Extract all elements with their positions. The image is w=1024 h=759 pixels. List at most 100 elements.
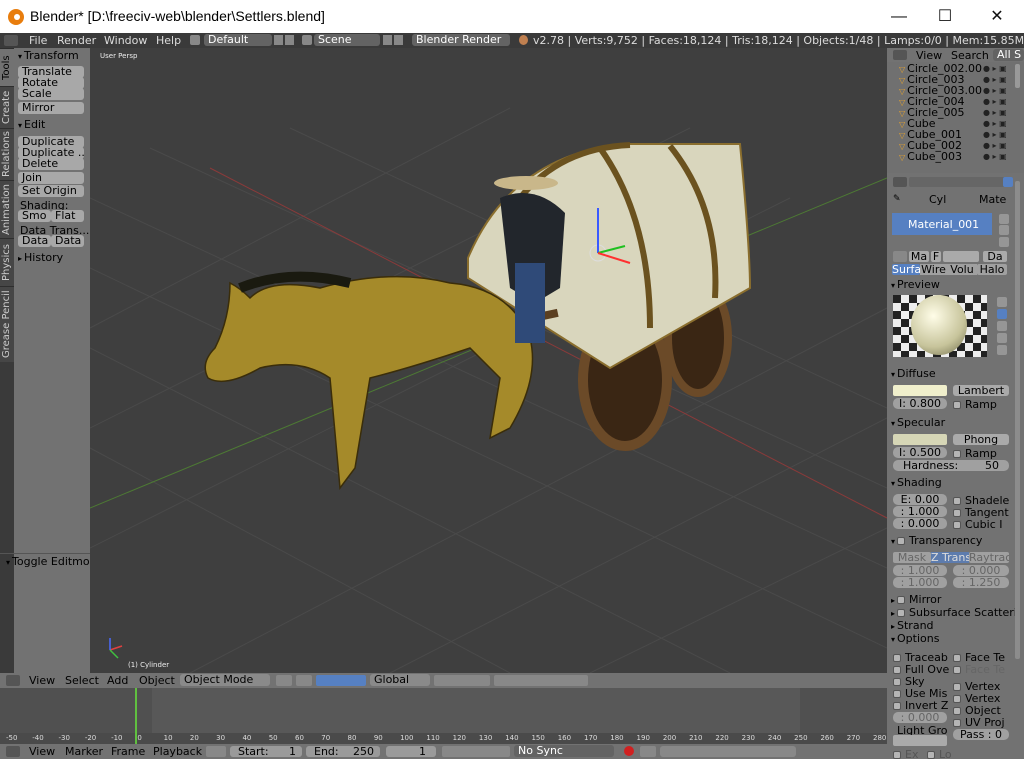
timeline[interactable]: -50 -40 -30 -20 -10 0 10 20 30 40 50 60 70 80 90 100 110… (0, 688, 887, 744)
mirror-button[interactable]: Mirror (18, 102, 84, 114)
diffuse-ramp-checkbox[interactable] (953, 401, 961, 409)
visibility-icon[interactable]: ● ▸ ▣ (983, 85, 1007, 96)
history-panel-header[interactable]: History (18, 251, 63, 264)
maximize-button[interactable]: ☐ (922, 0, 968, 33)
snap-render-icons[interactable] (494, 675, 588, 686)
menu-render[interactable]: Render (57, 34, 96, 47)
join-button[interactable]: Join (18, 172, 84, 184)
scale-button[interactable]: Scale (18, 88, 84, 100)
outliner-list[interactable]: ▽ Circle_002.00 ● ▸ ▣ ▽ Circle_003 ● ▸ ▣ ▽ Circ… (887, 62, 1024, 173)
transform-panel-header[interactable]: Transform (18, 49, 79, 62)
tab-wire[interactable]: Wire (920, 264, 947, 275)
ambient-field[interactable]: : 1.000 (893, 506, 947, 517)
tab-surface[interactable]: Surfa (892, 264, 920, 275)
vertex-color-paint-checkbox[interactable] (953, 683, 961, 691)
context-tabs[interactable] (909, 177, 1013, 187)
blend-field[interactable]: : 1.250 (953, 577, 1009, 588)
invert-z-toggle[interactable]: Invert Z (893, 699, 948, 712)
viewport-scene[interactable] (90, 48, 887, 673)
menu-marker[interactable]: Marker (65, 745, 103, 758)
tab-animation[interactable]: Animation (0, 180, 14, 238)
outliner-menu-search[interactable]: Search (951, 49, 989, 62)
tab-tools[interactable]: Tools (0, 48, 14, 86)
material-slot-list[interactable]: Material_001 (892, 213, 992, 235)
remove-layout-icon[interactable] (285, 35, 294, 45)
remove-scene-icon[interactable] (394, 35, 403, 45)
preview-type-monkey-icon[interactable] (997, 333, 1007, 343)
edit-panel-header[interactable]: Edit (18, 118, 45, 131)
playback-controls[interactable] (442, 746, 510, 757)
specular-ramp-checkbox[interactable] (953, 450, 961, 458)
render-engine-select[interactable]: Blender Render (412, 34, 510, 46)
use-mist-checkbox[interactable] (893, 690, 901, 698)
shade-smooth-button[interactable]: Smo (18, 210, 51, 222)
menu-help[interactable]: Help (156, 34, 181, 47)
diffuse-panel-header[interactable]: Diffuse (891, 367, 936, 380)
data-transfer-button-1[interactable]: Data (18, 235, 51, 247)
horse-model[interactable] (204, 271, 534, 491)
specular-panel-header[interactable]: Specular (891, 416, 945, 429)
transparency-mask-tab[interactable]: Mask (893, 552, 931, 563)
face-textures-checkbox[interactable] (953, 654, 961, 662)
menu-object[interactable]: Object (139, 674, 175, 687)
preview-type-flat-icon[interactable] (997, 297, 1007, 307)
pivot-icon[interactable] (296, 675, 312, 686)
diffuse-color-swatch[interactable] (893, 385, 947, 396)
minimize-button[interactable]: — (876, 0, 922, 33)
transparency-panel-header[interactable]: Transparency (891, 534, 982, 547)
z-offset-field[interactable]: : 0.000 (893, 712, 947, 723)
preview-range-icon[interactable] (206, 746, 226, 757)
material-browse-icon[interactable] (893, 251, 907, 262)
specular-ramp-toggle[interactable]: Ramp (953, 447, 997, 460)
outliner-item[interactable]: ▽ Circle_005 ● ▸ ▣ (887, 107, 1012, 118)
outliner-menu-view[interactable]: View (916, 49, 942, 62)
properties-scrollbar[interactable] (1015, 181, 1020, 659)
visibility-icon[interactable]: ● ▸ ▣ (983, 107, 1007, 118)
scene-select[interactable]: Scene (314, 34, 380, 46)
invert-z-checkbox[interactable] (893, 702, 901, 710)
tab-create[interactable]: Create (0, 86, 14, 128)
remove-slot-icon[interactable] (999, 225, 1009, 235)
preview-type-hair-icon[interactable] (997, 345, 1007, 355)
transparency-raytrace-tab[interactable]: Raytrac (969, 552, 1009, 563)
visibility-icon[interactable]: ● ▸ ▣ (983, 63, 1007, 74)
outliner-filter-select[interactable]: All S (993, 49, 1024, 61)
keying-set-icon[interactable] (640, 746, 656, 757)
shade-flat-button[interactable]: Flat (51, 210, 84, 222)
menu-view[interactable]: View (29, 674, 55, 687)
material-users-buttons[interactable] (943, 251, 979, 262)
menu-file[interactable]: File (29, 34, 47, 47)
editor-type-outliner-icon[interactable] (893, 50, 907, 60)
shading-mode-icon[interactable] (276, 675, 292, 686)
menu-playback[interactable]: Playback (153, 745, 202, 758)
pin-icon[interactable]: ✎ (893, 194, 901, 204)
emit-field[interactable]: E: 0.00 (893, 494, 947, 505)
visibility-icon[interactable]: ● ▸ ▣ (983, 129, 1007, 140)
strand-panel-header[interactable]: Strand (891, 619, 934, 632)
diffuse-intensity-field[interactable]: I: 0.800 (893, 398, 947, 409)
current-frame-field[interactable]: 1 (386, 746, 436, 757)
material-name-field[interactable]: Ma (909, 251, 929, 262)
specular-intensity-field[interactable]: I: 0.500 (893, 447, 947, 458)
menu-timeline-view[interactable]: View (29, 745, 55, 758)
object-color-checkbox[interactable] (953, 707, 961, 715)
slot-specials-icon[interactable] (999, 237, 1009, 247)
close-button[interactable]: ✕ (974, 0, 1020, 33)
translucency-field[interactable]: : 0.000 (893, 518, 947, 529)
visibility-icon[interactable]: ● ▸ ▣ (983, 118, 1007, 129)
orientation-select[interactable]: Global (370, 674, 430, 686)
face-textures-alpha-checkbox[interactable] (953, 666, 961, 674)
editor-type-timeline-icon[interactable] (6, 746, 20, 757)
visibility-icon[interactable]: ● ▸ ▣ (983, 74, 1007, 85)
material-context-tab[interactable] (1003, 177, 1013, 187)
visibility-icon[interactable]: ● ▸ ▣ (983, 151, 1007, 162)
end-frame-field[interactable]: End: 250 (306, 746, 380, 757)
diffuse-ramp-toggle[interactable]: Ramp (953, 398, 997, 411)
pass-index-field[interactable]: Pass : 0 (953, 729, 1009, 740)
outliner-scrollbar[interactable] (1015, 64, 1020, 88)
cubic-toggle[interactable]: Cubic I (953, 518, 1002, 531)
fake-user-button[interactable]: F (931, 251, 941, 262)
shadeless-checkbox[interactable] (953, 497, 961, 505)
editor-type-icon[interactable] (4, 35, 18, 46)
current-frame-cursor[interactable] (134, 688, 137, 744)
